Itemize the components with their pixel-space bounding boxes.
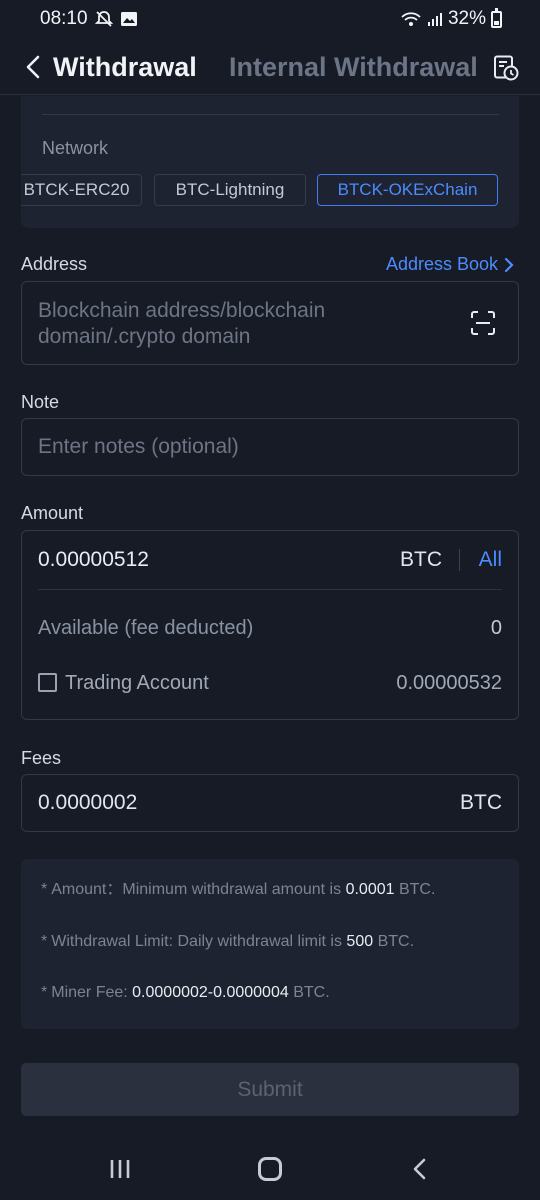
network-card: Network BTCK-ERC20 BTC-Lightning BTCK-OK… — [21, 96, 519, 228]
trading-account-label[interactable]: Trading Account — [65, 672, 209, 695]
address-input[interactable]: Blockchain address/blockchain domain/.cr… — [21, 281, 519, 365]
info-minimum-amount: * Amount：Minimum withdrawal amount is 0.0… — [41, 881, 436, 898]
header-divider — [0, 94, 540, 95]
amount-separator — [459, 549, 460, 571]
status-bar: 08:10 32% — [0, 0, 540, 36]
amount-all-button[interactable]: All — [479, 548, 502, 572]
back-arrow-icon[interactable] — [22, 54, 46, 80]
home-icon[interactable] — [258, 1157, 282, 1181]
withdrawal-info-box: * Amount：Minimum withdrawal amount is 0.0… — [21, 859, 519, 1029]
status-time: 08:10 — [40, 8, 88, 29]
network-chip-btck-erc20[interactable]: BTCK-ERC20 — [21, 174, 142, 206]
asterisk-icon: * — [41, 984, 48, 1001]
asterisk-icon: * — [41, 881, 48, 898]
address-placeholder: Blockchain address/blockchain domain/.cr… — [38, 299, 326, 348]
network-divider — [42, 114, 499, 115]
address-label: Address — [21, 254, 88, 274]
fees-unit: BTC — [460, 791, 502, 814]
wifi-icon — [401, 12, 421, 26]
system-back-icon[interactable] — [410, 1157, 430, 1181]
header: Withdrawal Internal Withdrawal — [0, 38, 540, 96]
network-chip-btc-lightning[interactable]: BTC-Lightning — [154, 174, 306, 206]
address-book-link[interactable]: Address Book — [386, 254, 514, 275]
mute-bell-icon — [94, 11, 114, 27]
fees-label: Fees — [21, 748, 62, 768]
battery-percent: 32% — [447, 8, 486, 29]
network-label: Network — [42, 138, 109, 158]
available-label: Available (fee deducted) — [38, 617, 254, 639]
network-chip-list: BTCK-ERC20 BTC-Lightning BTCK-OKExChain — [21, 174, 519, 207]
amount-input[interactable]: 0.00000512 — [38, 548, 149, 572]
note-placeholder: Enter notes (optional) — [38, 435, 239, 458]
available-value: 0 — [490, 617, 502, 639]
signal-icon — [427, 13, 442, 26]
battery-icon — [491, 7, 502, 28]
status-icons-left — [94, 9, 138, 29]
amount-panel: 0.00000512 BTC All Available (fee deduct… — [21, 530, 519, 720]
amount-divider — [38, 589, 502, 590]
scan-qr-icon[interactable] — [470, 310, 496, 336]
address-book-label: Address Book — [385, 254, 498, 274]
amount-label: Amount — [21, 503, 84, 523]
system-nav-bar — [0, 1140, 540, 1200]
chevron-right-icon — [504, 257, 514, 272]
fees-value: 0.0000002 — [38, 791, 138, 814]
trading-account-checkbox[interactable] — [38, 673, 57, 692]
note-input[interactable]: Enter notes (optional) — [21, 418, 519, 476]
withdrawal-screen: 08:10 32% Withdrawal Internal Withdrawal… — [0, 0, 540, 1200]
tab-internal-withdrawal[interactable]: Internal Withdrawal — [229, 52, 478, 83]
trading-account-value: 0.00000532 — [396, 672, 502, 694]
amount-unit: BTC — [400, 548, 442, 571]
submit-button[interactable]: Submit — [21, 1063, 519, 1116]
recent-apps-icon[interactable] — [108, 1158, 132, 1180]
history-record-icon[interactable] — [493, 55, 519, 81]
status-right: 32% — [400, 7, 502, 30]
tab-withdrawal[interactable]: Withdrawal — [53, 52, 197, 83]
image-icon — [121, 12, 137, 26]
network-chip-btck-okexchain[interactable]: BTCK-OKExChain — [317, 174, 498, 206]
asterisk-icon: * — [41, 933, 48, 950]
info-daily-limit: * Withdrawal Limit: Daily withdrawal limi… — [41, 933, 415, 950]
fees-field: 0.0000002 BTC — [21, 774, 519, 832]
note-label: Note — [21, 392, 60, 412]
info-miner-fee: * Miner Fee: 0.0000002-0.0000004 BTC. — [41, 984, 330, 1001]
